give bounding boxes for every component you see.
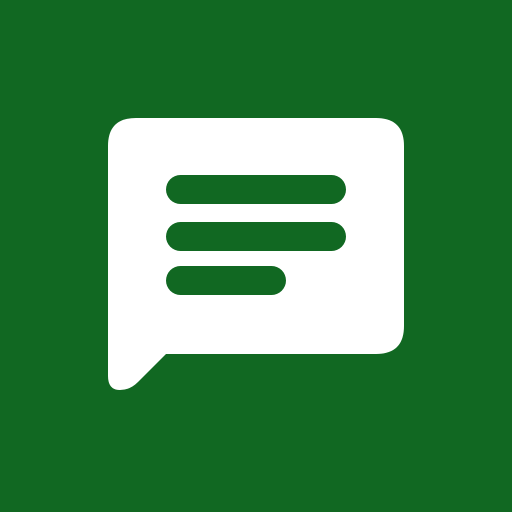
message-text-icon — [108, 118, 404, 390]
speech-bubble — [108, 118, 404, 390]
text-line-1 — [166, 175, 346, 204]
app-icon-tile — [0, 0, 512, 512]
text-line-2 — [166, 222, 346, 251]
text-line-3 — [166, 266, 286, 295]
